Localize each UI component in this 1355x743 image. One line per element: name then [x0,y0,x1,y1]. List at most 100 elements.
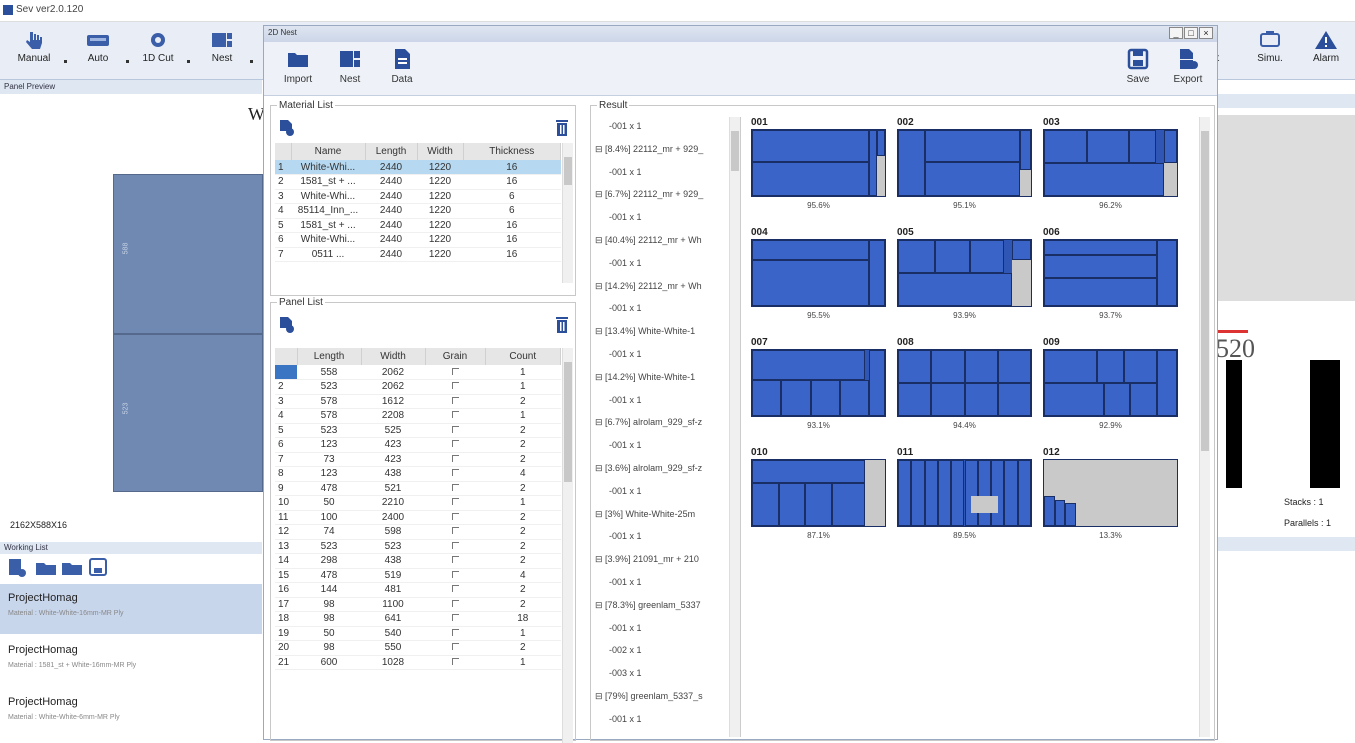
grain-checkbox[interactable] [451,614,459,622]
tree-group-item[interactable]: ⊟ [79%] greenlam_5337_s [595,691,703,702]
delete-material-icon[interactable] [555,119,569,137]
nest-sheet-card[interactable]: 008 94.4% [897,337,1032,430]
tree-leaf-item[interactable]: -001 x 1 [609,212,642,222]
tree-group-item[interactable]: ⊟ [3.6%] alrolam_929_sf-z [595,463,702,474]
nest-sheet-card[interactable]: 007 93.1% [751,337,886,430]
nest-sheet-card[interactable]: 003 96.2% [1043,117,1178,210]
alarm-button[interactable]: Alarm [1300,30,1352,64]
table-row[interactable]: 2 523 2062 1 [275,379,561,395]
scroll-thumb[interactable] [564,157,572,185]
collapse-icon[interactable]: ⊟ [595,144,605,154]
auto-button[interactable]: Auto [72,30,124,64]
import-button[interactable]: Import [276,48,320,85]
tree-group-item[interactable]: ⊟ [3.9%] 21091_mr + 210 [595,554,699,565]
save-button[interactable]: Save [1116,48,1160,85]
grain-checkbox[interactable] [451,527,459,535]
nest-main-button[interactable]: Nest [196,30,248,64]
folder-add-icon[interactable] [62,563,82,575]
grain-checkbox[interactable] [451,396,459,404]
grain-checkbox[interactable] [451,454,459,462]
add-material-icon[interactable] [279,119,295,137]
material-scrollbar[interactable] [562,143,573,283]
table-row[interactable]: 9 478 521 2 [275,481,561,496]
export-button[interactable]: Export [1166,48,1210,85]
tree-group-item[interactable]: ⊟ [78.3%] greenlam_5337 [595,600,701,611]
tree-leaf-item[interactable]: -001 x 1 [609,623,642,633]
table-row[interactable]: 11 100 2400 2 [275,510,561,525]
table-row[interactable]: 17 98 1100 2 [275,597,561,612]
tree-leaf-item[interactable]: -002 x 1 [609,645,642,655]
data-button[interactable]: Data [380,48,424,85]
result-scrollbar[interactable] [1199,117,1210,737]
nest-sheet-card[interactable]: 009 92.9% [1043,337,1178,430]
tree-leaf-item[interactable]: -001 x 1 [609,121,642,131]
tree-group-item[interactable]: ⊟ [6.7%] 22112_mr + 929_ [595,189,703,200]
tree-leaf-item[interactable]: -001 x 1 [609,395,642,405]
tree-leaf-item[interactable]: -001 x 1 [609,258,642,268]
scroll-thumb[interactable] [731,131,739,171]
tree-group-item[interactable]: ⊟ [40.4%] 22112_mr + Wh [595,235,702,246]
table-row[interactable]: 5 523 525 2 [275,423,561,438]
grain-checkbox[interactable] [451,382,459,390]
simu-button[interactable]: Simu. [1244,30,1296,64]
grain-checkbox[interactable] [451,541,459,549]
tree-leaf-item[interactable]: -001 x 1 [609,303,642,313]
table-row[interactable]: 19 50 540 1 [275,626,561,641]
working-list-item[interactable]: ProjectHomag Material : White-White-6mm-… [0,688,262,738]
table-row[interactable]: 6 White-Whi... 2440 1220 16 [275,232,561,248]
nest-sheet-card[interactable]: 011 89.5% [897,447,1032,540]
tree-group-item[interactable]: ⊟ [14.2%] 22112_mr + Wh [595,281,702,292]
column-header[interactable]: Grain [425,348,486,365]
grain-checkbox[interactable] [451,440,459,448]
table-row[interactable]: 4 578 2208 1 [275,408,561,424]
collapse-icon[interactable]: ⊟ [595,372,605,382]
close-button[interactable]: × [1199,27,1213,39]
table-row[interactable]: 21 600 1028 1 [275,655,561,670]
tree-group-item[interactable]: ⊟ [13.4%] White-White-1 [595,326,695,337]
tree-group-item[interactable]: ⊟ [6.7%] alrolam_929_sf-z [595,417,702,428]
collapse-icon[interactable]: ⊟ [595,463,605,473]
table-row[interactable]: 16 144 481 2 [275,582,561,598]
nest-sheet-card[interactable]: 004 95.5% [751,227,886,320]
minimize-button[interactable]: _ [1169,27,1183,39]
collapse-icon[interactable]: ⊟ [595,189,605,199]
column-header[interactable]: Name [291,143,366,160]
grain-checkbox[interactable] [451,512,459,520]
nest-sheet-card[interactable]: 001 95.6% [751,117,886,210]
nest-sheet-card[interactable]: 012 13.3% [1043,447,1178,540]
collapse-icon[interactable]: ⊟ [595,554,605,564]
tree-leaf-item[interactable]: -001 x 1 [609,167,642,177]
manual-button[interactable]: Manual [8,30,60,64]
grain-checkbox[interactable] [451,483,459,491]
tree-leaf-item[interactable]: -001 x 1 [609,349,642,359]
nest-sheet-card[interactable]: 010 87.1% [751,447,886,540]
tree-leaf-item[interactable]: -001 x 1 [609,531,642,541]
grain-checkbox[interactable] [451,425,459,433]
panel-scrollbar[interactable] [562,348,573,743]
grain-checkbox[interactable] [451,469,459,477]
table-row[interactable]: 6 123 423 2 [275,437,561,453]
tree-leaf-item[interactable]: -001 x 1 [609,714,642,724]
add-panel-icon[interactable] [279,316,295,334]
table-row[interactable]: 3 578 1612 2 [275,394,561,409]
tree-leaf-item[interactable]: -001 x 1 [609,577,642,587]
column-header[interactable]: Thickness [463,143,561,160]
grain-checkbox[interactable] [451,367,459,375]
table-row[interactable]: 20 98 550 2 [275,640,561,656]
table-row[interactable]: 1 White-Whi... 2440 1220 16 [275,160,561,175]
table-row[interactable]: 8 123 438 4 [275,466,561,482]
delete-panel-icon[interactable] [555,316,569,334]
grain-checkbox[interactable] [451,628,459,636]
grain-checkbox[interactable] [451,498,459,506]
collapse-icon[interactable]: ⊟ [595,691,605,701]
column-header[interactable]: Count [485,348,561,365]
grain-checkbox[interactable] [451,570,459,578]
working-list-item[interactable]: ProjectHomag Material : White-White-16mm… [0,584,262,634]
1d-cut-button[interactable]: 1D Cut [132,30,184,64]
tree-leaf-item[interactable]: -001 x 1 [609,486,642,496]
table-row[interactable]: 2 1581_st + ... 2440 1220 16 [275,174,561,190]
save-list-icon[interactable] [89,558,107,576]
collapse-icon[interactable]: ⊟ [595,509,605,519]
table-row[interactable]: 4 85114_Inn_... 2440 1220 6 [275,203,561,219]
tree-group-item[interactable]: ⊟ [14.2%] White-White-1 [595,372,695,383]
